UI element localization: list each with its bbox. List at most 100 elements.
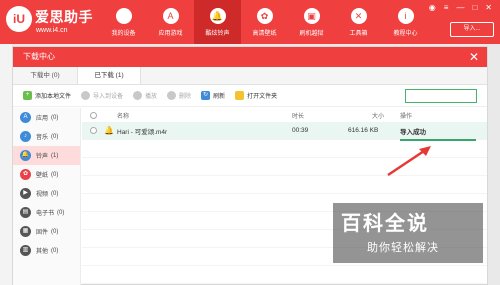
delete-button[interactable]: 删除	[167, 91, 191, 100]
sidebar-item-apps[interactable]: A 应用 (0)	[13, 108, 80, 127]
dialog-close-icon[interactable]: ✕	[469, 47, 479, 67]
import-button[interactable]: 导入...	[450, 22, 494, 37]
nav-label: 刷机越狱	[299, 30, 324, 37]
box-icon: ▣	[303, 7, 320, 24]
tab-downloaded[interactable]: 已下载 (1)	[77, 67, 141, 84]
table-header: 名称 时长 大小 操作	[82, 108, 487, 122]
sidebar-item-other[interactable]: ▥ 其他 (0)	[13, 241, 80, 260]
nav-apps-games[interactable]: A 应用游戏	[147, 0, 194, 44]
header-duration: 时长	[292, 113, 305, 120]
sidebar-count: (1)	[51, 152, 59, 159]
nav-label: 高清壁纸	[252, 30, 277, 37]
sidebar-count: (0)	[51, 114, 59, 121]
nav-flash-jailbreak[interactable]: ▣ 刷机越狱	[288, 0, 335, 44]
nav-wallpapers[interactable]: ✿ 高清壁纸	[241, 0, 288, 44]
sidebar-item-firmware[interactable]: ▦ 固件 (0)	[13, 222, 80, 241]
ringtone-icon: 🔔	[104, 126, 114, 135]
tool-label: 刷新	[213, 94, 226, 100]
sidebar-label: 固件	[36, 230, 49, 236]
i4-logo: iU	[6, 6, 32, 32]
add-local-file-button[interactable]: + 添加本地文件	[23, 91, 71, 100]
sidebar-label: 铃声	[36, 154, 49, 160]
dialog-toolbar: + 添加本地文件 导入到设备 播放 删除 ↻ 刷新 打开文件夹	[13, 85, 487, 107]
refresh-button[interactable]: ↻ 刷新	[201, 91, 225, 100]
annotation-arrow	[387, 146, 431, 177]
table-row[interactable]: 🔔 Hari - 可爱颂.m4r 00:39 616.16 KB 导入成功	[82, 122, 487, 141]
sidebar-item-ringtones[interactable]: 🔔 铃声 (1)	[13, 146, 80, 165]
nav-tutorials[interactable]: i 教程中心	[382, 0, 429, 44]
watermark-title: 百科全说	[341, 213, 429, 235]
firmware-icon: ▦	[20, 226, 31, 237]
empty-row	[82, 176, 487, 194]
appstore-icon: A	[162, 7, 179, 24]
sidebar-count: (0)	[51, 190, 59, 197]
app-icon: A	[20, 112, 31, 123]
import-status: 导入成功	[400, 128, 426, 136]
file-duration: 00:39	[292, 127, 309, 134]
sidebar-item-wallpapers[interactable]: ✿ 壁纸 (0)	[13, 165, 80, 184]
sidebar-count: (0)	[57, 209, 65, 216]
close-icon[interactable]: ✕	[485, 3, 492, 12]
row-checkbox[interactable]	[90, 127, 97, 134]
tool-label: 导入到设备	[93, 94, 124, 100]
brand-url: www.i4.cn	[36, 27, 68, 34]
video-icon: ▶	[20, 188, 31, 199]
sidebar-label: 视频	[36, 192, 49, 198]
header-size: 大小	[372, 113, 385, 120]
sidebar-label: 电子书	[36, 211, 55, 217]
sidebar-label: 应用	[36, 116, 49, 122]
folder-icon	[235, 91, 245, 100]
delete-icon	[167, 91, 177, 100]
bell-icon: 🔔	[209, 7, 226, 24]
tool-label: 添加本地文件	[35, 94, 72, 100]
maximize-icon[interactable]: □	[472, 3, 477, 12]
wallpaper-icon: ✿	[20, 169, 31, 180]
category-sidebar: A 应用 (0) ♪ 音乐 (0) 🔔 铃声 (1) ✿ 壁纸 (0) ▶ 视频…	[13, 108, 81, 285]
background-panel	[0, 44, 12, 285]
play-icon	[133, 91, 143, 100]
play-button[interactable]: 播放	[133, 91, 157, 100]
wrench-icon: ✕	[350, 7, 367, 24]
sidebar-label: 其他	[36, 249, 49, 255]
info-icon: i	[397, 7, 414, 24]
sidebar-count: (0)	[51, 133, 59, 140]
select-all-checkbox[interactable]	[90, 111, 97, 119]
sidebar-label: 壁纸	[36, 173, 49, 179]
tool-label: 打开文件夹	[247, 94, 278, 100]
nav-label: 酷炫铃声	[205, 30, 230, 37]
file-name: Hari - 可爱颂.m4r	[117, 128, 168, 136]
flower-icon: ✿	[256, 7, 273, 24]
sidebar-label: 音乐	[36, 135, 49, 141]
file-size: 616.16 KB	[348, 127, 379, 134]
skin-icon[interactable]: ◉	[429, 3, 436, 12]
watermark-subtitle: 助你轻松解决	[367, 242, 439, 254]
top-nav: 我的设备 A 应用游戏 🔔 酷炫铃声 ✿ 高清壁纸 ▣ 刷机越狱 ✕ 工具箱 i…	[100, 0, 429, 44]
tool-label: 删除	[179, 94, 192, 100]
empty-row	[82, 266, 487, 284]
nav-toolbox[interactable]: ✕ 工具箱	[335, 0, 382, 44]
tab-downloading[interactable]: 下载中 (0)	[13, 67, 77, 84]
sidebar-item-ebooks[interactable]: ▤ 电子书 (0)	[13, 203, 80, 222]
import-to-device-button[interactable]: 导入到设备	[81, 91, 123, 100]
watermark: 百科全说 助你轻松解决	[333, 203, 483, 263]
search-input[interactable]	[405, 89, 477, 103]
sidebar-item-music[interactable]: ♪ 音乐 (0)	[13, 127, 80, 146]
minimize-icon[interactable]: —	[456, 3, 464, 12]
app-header: iU 爱思助手 www.i4.cn 我的设备 A 应用游戏 🔔 酷炫铃声 ✿ 高…	[0, 0, 500, 44]
header-name: 名称	[117, 113, 130, 120]
nav-ringtones[interactable]: 🔔 酷炫铃声	[194, 0, 241, 44]
tool-label: 播放	[145, 94, 158, 100]
sidebar-count: (0)	[51, 171, 59, 178]
sidebar-item-videos[interactable]: ▶ 视频 (0)	[13, 184, 80, 203]
bell-icon: 🔔	[20, 150, 31, 161]
music-icon: ♪	[20, 131, 31, 142]
window-controls: ◉ ≡ — □ ✕	[429, 3, 492, 12]
sidebar-count: (0)	[51, 247, 59, 254]
status-underline	[400, 139, 476, 141]
nav-my-device[interactable]: 我的设备	[100, 0, 147, 44]
open-folder-button[interactable]: 打开文件夹	[235, 91, 277, 100]
book-icon: ▤	[20, 207, 31, 218]
brand-name: 爱思助手	[35, 9, 93, 25]
import-device-icon	[81, 91, 91, 100]
menu-icon[interactable]: ≡	[444, 3, 449, 12]
